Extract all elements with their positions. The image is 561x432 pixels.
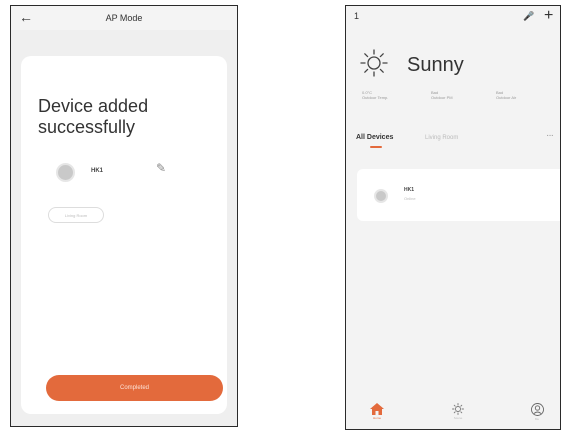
home-icon xyxy=(370,403,384,415)
nav-label: Home xyxy=(372,416,381,420)
bottom-nav: Home Scene Me xyxy=(346,401,560,429)
nav-label: Me xyxy=(534,417,540,421)
device-name: HK1 xyxy=(404,187,415,193)
status-bar: 1 🎤 + xyxy=(346,6,560,30)
scene-icon xyxy=(452,403,464,415)
nav-label: Scene xyxy=(453,416,463,420)
page-title: AP Mode xyxy=(105,13,143,23)
stat-label: Outdoor Air xyxy=(496,95,517,100)
back-arrow-icon[interactable]: ← xyxy=(19,9,33,25)
ap-mode-screen: ← AP Mode Device added successfully HK1 … xyxy=(10,5,238,427)
success-message: Device added successfully xyxy=(38,96,149,137)
home-screen: 1 🎤 + Sunny 0.0°C Outdoor Temp. Bad Outd… xyxy=(345,5,561,430)
device-card[interactable]: HK1 Online xyxy=(357,169,560,221)
stat-label: Outdoor PM xyxy=(431,95,453,100)
device-status: Online xyxy=(404,196,416,201)
stat-temp: 0.0°C Outdoor Temp. xyxy=(362,90,402,100)
device-icon xyxy=(374,189,388,203)
result-card: Device added successfully HK1 ✎ Living R… xyxy=(21,56,227,414)
nav-home[interactable]: Home xyxy=(365,403,389,420)
mic-icon[interactable]: 🎤 xyxy=(523,11,534,22)
completed-button[interactable]: Completed xyxy=(46,375,223,401)
stat-label: Outdoor Temp. xyxy=(362,95,389,100)
device-name: HK1 xyxy=(91,168,104,174)
profile-icon xyxy=(530,403,544,416)
active-tab-indicator xyxy=(370,146,382,148)
edit-pencil-icon[interactable]: ✎ xyxy=(156,161,166,175)
weather-text: Sunny xyxy=(407,54,464,76)
ap-mode-header: ← AP Mode xyxy=(11,6,237,30)
room-pill[interactable]: Living Room xyxy=(48,207,104,223)
more-icon[interactable]: ··· xyxy=(546,130,554,141)
nav-scene[interactable]: Scene xyxy=(446,403,470,420)
nav-me[interactable]: Me xyxy=(525,403,549,421)
stat-pm: Bad Outdoor PM xyxy=(431,90,471,100)
device-icon xyxy=(56,163,75,182)
stat-air: Bad Outdoor Air xyxy=(496,90,536,100)
sun-icon xyxy=(360,49,388,77)
tab-all-devices[interactable]: All Devices xyxy=(356,134,393,141)
status-time: 1 xyxy=(354,11,360,21)
tab-living-room[interactable]: Living Room xyxy=(425,135,458,141)
plus-icon[interactable]: + xyxy=(544,7,553,25)
